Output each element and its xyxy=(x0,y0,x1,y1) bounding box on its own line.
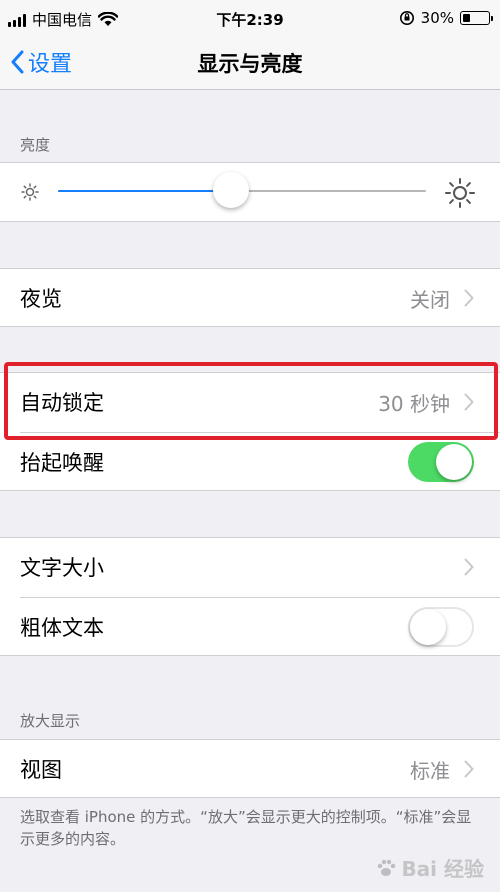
zoom-group: 视图 标准 xyxy=(0,739,500,798)
zoom-header: 放大显示 xyxy=(20,712,81,730)
status-right: 30% xyxy=(399,9,493,27)
auto-lock-label: 自动锁定 xyxy=(20,391,104,415)
zoom-view-value: 标准 xyxy=(410,758,450,783)
text-size-row[interactable]: 文字大小 xyxy=(0,538,500,596)
page-title: 显示与亮度 xyxy=(197,52,303,76)
bold-text-label: 粗体文本 xyxy=(20,616,104,640)
chevron-right-icon xyxy=(464,558,474,576)
night-shift-row[interactable]: 夜览 关闭 xyxy=(0,269,500,327)
night-shift-group: 夜览 关闭 xyxy=(0,268,500,327)
bold-text-toggle[interactable] xyxy=(408,607,474,647)
raise-to-wake-row: 抬起唤醒 xyxy=(0,433,500,491)
text-size-label: 文字大小 xyxy=(20,556,104,580)
chevron-right-icon xyxy=(464,289,474,307)
chevron-right-icon xyxy=(464,393,474,411)
brightness-header: 亮度 xyxy=(20,136,51,154)
raise-to-wake-toggle[interactable] xyxy=(408,442,474,482)
brightness-slider-fill xyxy=(58,190,231,192)
battery-icon xyxy=(460,11,493,25)
battery-percent: 30% xyxy=(420,9,454,27)
text-group: 文字大小 粗体文本 xyxy=(0,537,500,656)
raise-to-wake-label: 抬起唤醒 xyxy=(20,451,104,475)
night-shift-value: 关闭 xyxy=(410,287,450,312)
orientation-lock-icon xyxy=(399,11,414,25)
brightness-high-icon xyxy=(445,178,475,208)
auto-lock-row[interactable]: 自动锁定 30 秒钟 xyxy=(0,373,500,431)
watermark-text: Bai 经验 xyxy=(401,857,484,881)
nav-bar: 设置 显示与亮度 xyxy=(0,38,500,90)
toggle-knob xyxy=(436,444,472,480)
watermark: Bai 经验 xyxy=(375,853,484,882)
brightness-low-icon xyxy=(21,183,39,201)
brightness-slider-thumb[interactable] xyxy=(212,172,249,208)
brightness-group xyxy=(0,162,500,222)
lock-group: 自动锁定 30 秒钟 抬起唤醒 xyxy=(0,372,500,491)
brightness-slider[interactable] xyxy=(58,172,426,208)
status-bar: 中国电信 下午2:39 30% xyxy=(0,0,500,38)
auto-lock-value: 30 秒钟 xyxy=(378,391,450,416)
battery-level xyxy=(463,14,470,22)
zoom-view-label: 视图 xyxy=(20,758,62,782)
paw-logo-icon xyxy=(378,859,396,876)
zoom-footer-text: 选取查看 iPhone 的方式。“放大”会显示更大的控制项。“标准”会显示更多的… xyxy=(20,808,472,848)
night-shift-label: 夜览 xyxy=(20,287,62,311)
bold-text-row: 粗体文本 xyxy=(0,598,500,656)
zoom-view-row[interactable]: 视图 标准 xyxy=(0,740,500,798)
toggle-knob xyxy=(410,609,446,645)
chevron-right-icon xyxy=(464,760,474,778)
